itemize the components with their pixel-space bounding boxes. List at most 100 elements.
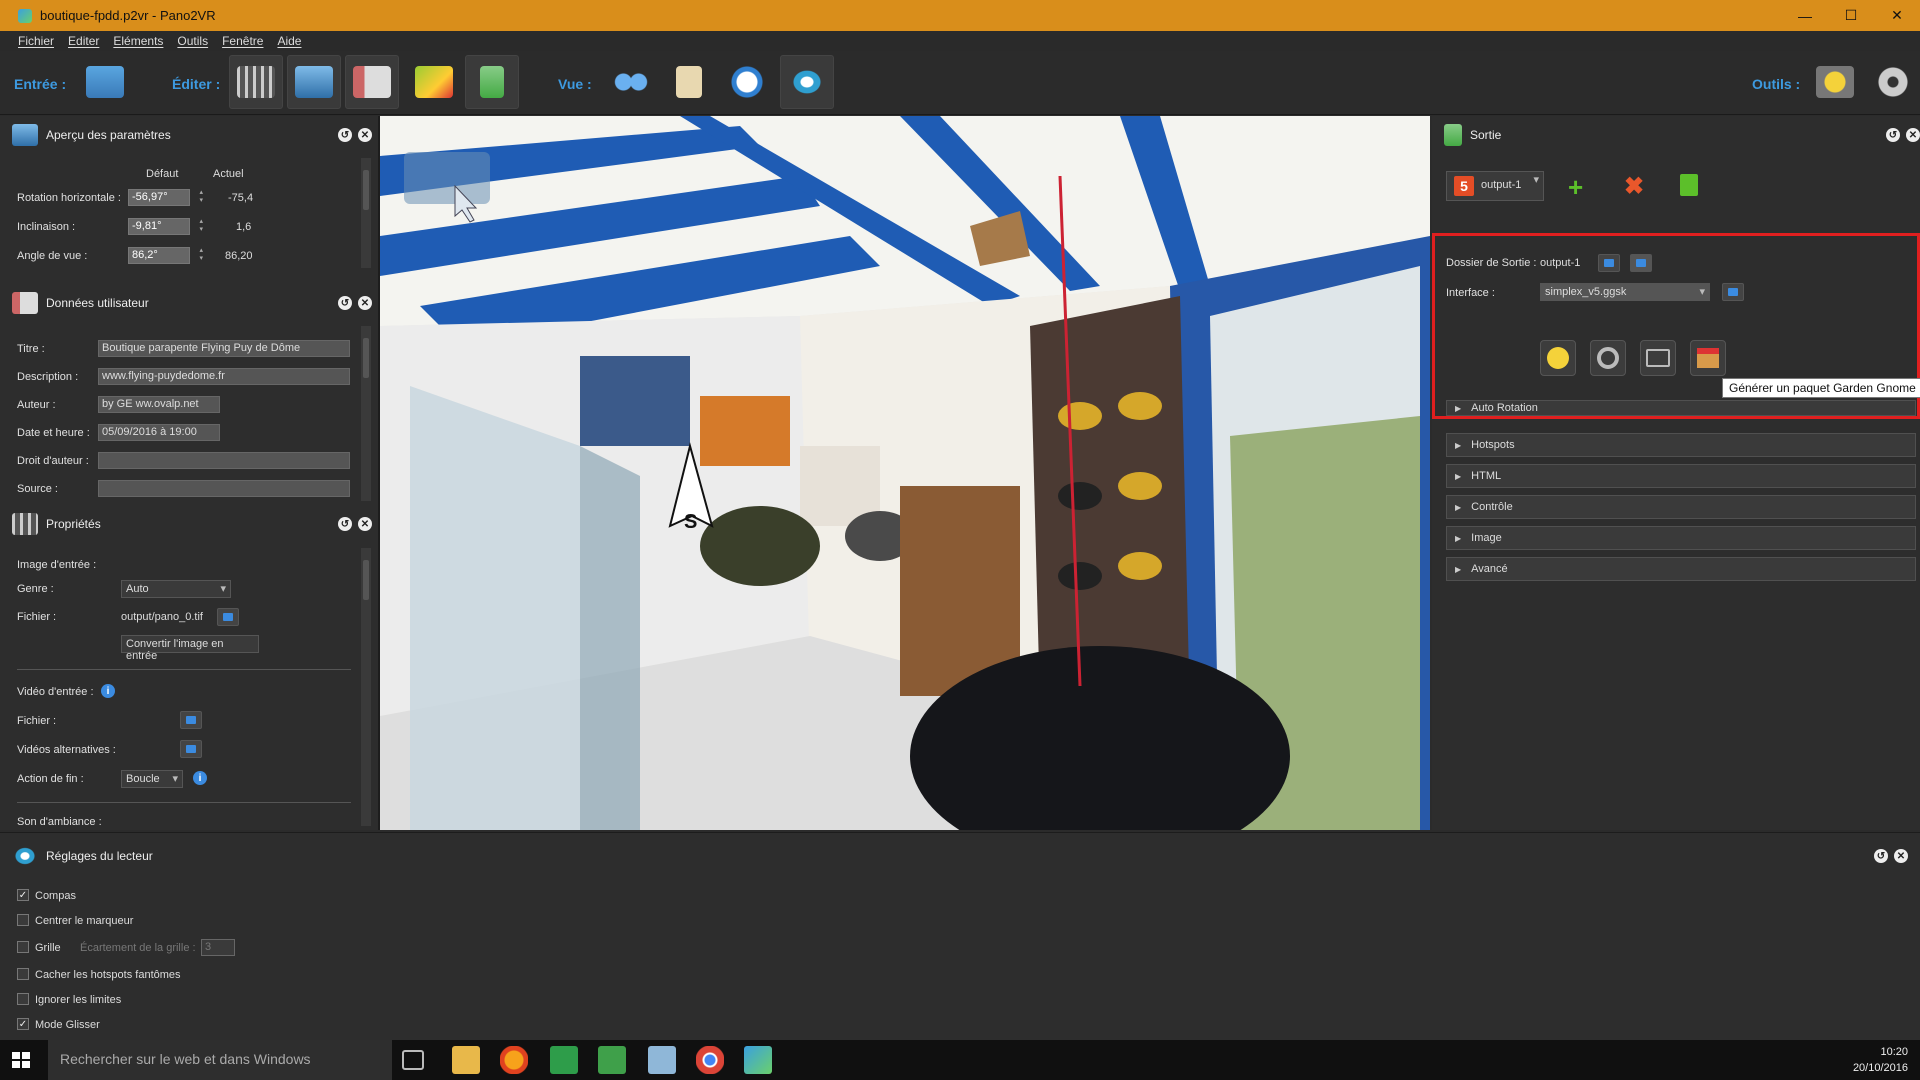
add-output-button[interactable]: + (1568, 172, 1583, 203)
float-icon[interactable]: ↺ (1874, 849, 1888, 863)
minimize-button[interactable]: — (1782, 0, 1828, 31)
angle-default-input[interactable]: 86,2° (128, 247, 203, 264)
section-controle[interactable]: Contrôle (1446, 495, 1916, 519)
edit-skin-button[interactable] (465, 55, 519, 109)
clock-time: 10:20 (1880, 1046, 1908, 1058)
grid-spacing-input[interactable]: 3 (201, 939, 235, 956)
apercu-scrollbar[interactable] (361, 158, 371, 268)
browse-folder-button[interactable] (217, 608, 239, 626)
pano2vr-taskbar-icon[interactable] (744, 1046, 772, 1074)
view-binoculars-button[interactable] (604, 55, 658, 109)
title-bar: boutique-fpdd.p2vr - Pano2VR — ☐ ✕ (0, 0, 1920, 31)
inclinaison-default-input[interactable]: -9,81° (128, 218, 203, 235)
browse-video-button[interactable] (180, 711, 202, 729)
view-eye-button[interactable] (780, 55, 834, 109)
file-explorer-icon[interactable] (452, 1046, 480, 1074)
close-icon[interactable]: ✕ (1894, 849, 1908, 863)
windows-start-icon[interactable] (12, 1052, 30, 1068)
auteur-label: Auteur : (17, 399, 56, 411)
close-icon[interactable]: ✕ (358, 128, 372, 142)
close-button[interactable]: ✕ (1874, 0, 1920, 31)
proprietes-title: Propriétés (46, 517, 101, 531)
rotation-default-input[interactable]: -56,97° (128, 189, 203, 206)
droit-label: Droit d'auteur : (17, 455, 89, 467)
action-fin-select[interactable]: Boucle (121, 770, 183, 788)
image-entree-label: Image d'entrée : (17, 559, 97, 571)
proprietes-scrollbar[interactable] (361, 548, 371, 826)
user-data-icon (12, 292, 38, 314)
sortie-header: Sortie ↺ ✕ (1444, 122, 1920, 148)
add-input-button[interactable] (78, 55, 132, 109)
browse-alt-videos-button[interactable] (180, 740, 202, 758)
section-html[interactable]: HTML (1446, 464, 1916, 488)
output-document-icon[interactable] (1680, 174, 1698, 196)
compas-checkbox[interactable]: ✓ (17, 889, 29, 901)
cacher-hotspots-checkbox[interactable] (17, 968, 29, 980)
description-field[interactable]: www.flying-puydedome.fr (98, 368, 350, 385)
maximize-button[interactable]: ☐ (1828, 0, 1874, 31)
task-view-icon[interactable] (402, 1050, 424, 1070)
clipboard-icon (676, 66, 702, 98)
float-icon[interactable]: ↺ (1886, 128, 1900, 142)
sortie-title: Sortie (1470, 128, 1502, 142)
tools-star-button[interactable] (1808, 55, 1862, 109)
html5-icon: 5 (1454, 176, 1474, 196)
menu-aide[interactable]: Aide (277, 34, 301, 48)
panorama-viewer[interactable]: S (380, 116, 1430, 830)
close-icon[interactable]: ✕ (1906, 128, 1920, 142)
centrer-marqueur-checkbox[interactable] (17, 914, 29, 926)
auteur-field[interactable]: by GE ww.ovalp.net (98, 396, 220, 413)
chrome-icon[interactable] (696, 1046, 724, 1074)
menu-fenetre[interactable]: Fenêtre (222, 34, 263, 48)
menu-bar: Fichier Editer Eléments Outils Fenêtre A… (0, 31, 1920, 51)
float-icon[interactable]: ↺ (338, 128, 352, 142)
splitter[interactable] (378, 116, 380, 830)
rotation-current-value: -75,4 (228, 192, 254, 204)
firefox-icon[interactable] (500, 1046, 528, 1074)
notepad-icon[interactable] (648, 1046, 676, 1074)
date-label: Date et heure : (17, 427, 90, 439)
edit-userdata-button[interactable] (345, 55, 399, 109)
edit-map-button[interactable] (407, 55, 461, 109)
menu-elements[interactable]: Eléments (113, 34, 163, 48)
delete-output-button[interactable]: ✖ (1624, 172, 1644, 201)
donnees-scrollbar[interactable] (361, 326, 371, 501)
convert-image-button[interactable]: Convertir l'image en entrée (121, 635, 259, 662)
fichier-label: Fichier : (17, 611, 57, 623)
mode-glisser-checkbox[interactable]: ✓ (17, 1018, 29, 1030)
info-icon[interactable]: i (101, 684, 115, 698)
action-fin-label: Action de fin : (17, 773, 84, 785)
view-compass-button[interactable] (720, 55, 774, 109)
view-notes-button[interactable] (662, 55, 716, 109)
float-icon[interactable]: ↺ (338, 296, 352, 310)
close-icon[interactable]: ✕ (358, 517, 372, 531)
system-clock[interactable]: 10:20 20/10/2016 (1853, 1044, 1908, 1076)
genre-label: Genre : (17, 583, 54, 595)
section-hotspots[interactable]: Hotspots (1446, 433, 1916, 457)
edit-viewing-button[interactable] (287, 55, 341, 109)
gnome-icon (480, 66, 504, 98)
grille-checkbox[interactable] (17, 941, 29, 953)
store-icon[interactable] (550, 1046, 578, 1074)
ignorer-limites-checkbox[interactable] (17, 993, 29, 1005)
float-icon[interactable]: ↺ (338, 517, 352, 531)
section-avance[interactable]: Avancé (1446, 557, 1916, 581)
menu-fichier[interactable]: Fichier (18, 34, 54, 48)
divider (17, 802, 351, 803)
close-icon[interactable]: ✕ (358, 296, 372, 310)
menu-outils[interactable]: Outils (177, 34, 208, 48)
genre-select[interactable]: Auto (121, 580, 231, 598)
droit-field[interactable] (98, 452, 350, 469)
rotation-label: Rotation horizontale : (17, 192, 121, 204)
spreadsheet-icon[interactable] (598, 1046, 626, 1074)
source-field[interactable] (98, 480, 350, 497)
edit-parameters-button[interactable] (229, 55, 283, 109)
menu-editer[interactable]: Editer (68, 34, 99, 48)
taskbar-search[interactable]: Rechercher sur le web et dans Windows (48, 1040, 392, 1080)
app-icon (18, 8, 32, 23)
tools-film-button[interactable] (1866, 55, 1920, 109)
titre-field[interactable]: Boutique parapente Flying Puy de Dôme (98, 340, 350, 357)
info-icon[interactable]: i (193, 771, 207, 785)
date-field[interactable]: 05/09/2016 à 19:00 (98, 424, 220, 441)
section-image[interactable]: Image (1446, 526, 1916, 550)
